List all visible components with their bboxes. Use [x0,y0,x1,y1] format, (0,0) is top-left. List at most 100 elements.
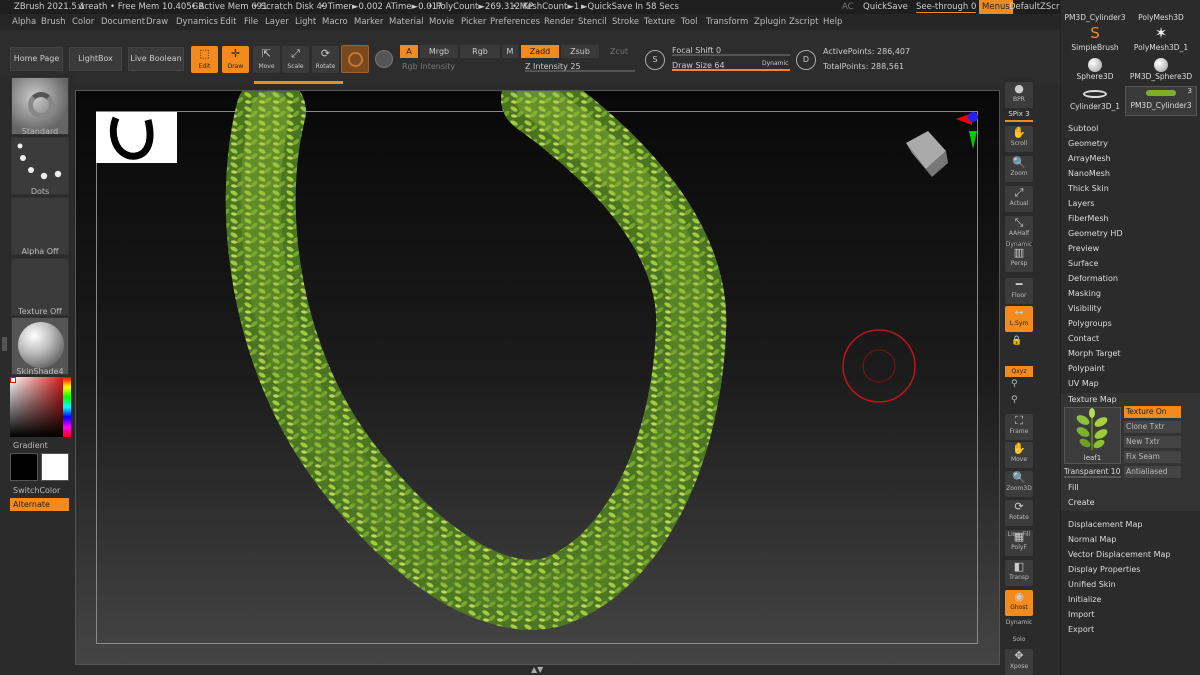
main-color-swatch[interactable] [10,453,38,481]
subpalette-uv-map[interactable]: UV Map [1068,379,1099,388]
subpalette-surface[interactable]: Surface [1068,259,1098,268]
menu-alpha[interactable]: Alpha [12,17,36,27]
menu-macro[interactable]: Macro [322,17,348,27]
shelf-bpr-button[interactable]: ● BPR [1005,82,1033,108]
spix-slider[interactable]: SPix 3 [1005,110,1033,122]
shelf-zoom-button[interactable]: 🔍 Zoom [1005,156,1033,182]
menu-document[interactable]: Document [101,17,145,27]
menu-layer[interactable]: Layer [265,17,289,27]
tool-pm3d-cylinder3-top[interactable]: PM3D_Cylinder3 [1063,13,1127,22]
tool-polymesh3d-1[interactable]: ✶ PolyMesh3D_1 [1125,24,1197,56]
subpalette-initialize[interactable]: Initialize [1068,595,1101,604]
subpalette-displacement-map[interactable]: Displacement Map [1068,520,1142,529]
sphere-icon[interactable] [375,50,393,68]
menu-texture[interactable]: Texture [644,17,675,27]
secondary-color-swatch[interactable] [41,453,69,481]
dynamic-label-2[interactable]: Dynamic [1003,619,1035,626]
quicksave-button[interactable]: QuickSave [863,2,908,12]
zsub-button[interactable]: Zsub [561,45,599,58]
shelf-xpose-button[interactable]: ✥ Xpose [1005,649,1033,675]
subpalette-masking[interactable]: Masking [1068,289,1101,298]
tool-simplebrush[interactable]: S SimpleBrush [1063,24,1127,56]
tool-pm3d-cylinder3-active[interactable]: PM3D_Cylinder3 3 [1125,86,1197,116]
left-collapse-arrow-icon[interactable] [2,337,7,351]
tool-polymesh3d[interactable]: PolyMesh3D [1125,13,1197,22]
new-txtr-button[interactable]: New Txtr [1124,436,1181,448]
texture-on-button[interactable]: Texture On [1124,406,1181,418]
menu-draw[interactable]: Draw [146,17,168,27]
shelf-transp-button[interactable]: ◧ Transp [1005,560,1033,586]
transparent-slider[interactable]: Transparent 10 [1064,466,1121,478]
tool-pm3d-sphere3d[interactable]: PM3D_Sphere3D [1125,56,1197,86]
subpalette-normal-map[interactable]: Normal Map [1068,535,1116,544]
menu-brush[interactable]: Brush [41,17,66,27]
subpalette-unified-skin[interactable]: Unified Skin [1068,580,1116,589]
shelf-actual-button[interactable]: ⤢ Actual [1005,186,1033,212]
rgb-button[interactable]: Rgb [460,45,500,58]
subpalette-import[interactable]: Import [1068,610,1095,619]
hue-strip[interactable] [63,377,71,437]
menu-light[interactable]: Light [295,17,316,27]
stroke-s-icon[interactable]: S [645,50,665,70]
subpalette-preview[interactable]: Preview [1068,244,1099,253]
menu-zscript[interactable]: Zscript [789,17,819,27]
menu-material[interactable]: Material [389,17,424,27]
z-intensity-slider[interactable]: Z Intensity 25 [525,61,635,72]
subpalette-nanomesh[interactable]: NanoMesh [1068,169,1110,178]
menu-transform[interactable]: Transform [706,17,748,27]
rotate-button[interactable]: ⟳ Rotate [312,46,339,73]
shelf-move-button[interactable]: ✋ Move [1005,442,1033,468]
subpalette-deformation[interactable]: Deformation [1068,274,1118,283]
subpalette-layers[interactable]: Layers [1068,199,1094,208]
scale-button[interactable]: ⤢ Scale [282,46,309,73]
shelf-persp-button[interactable]: ▥ Persp [1005,246,1033,272]
lock-icon[interactable]: 🔒 [1011,336,1022,346]
move-button[interactable]: ⇱ Move [253,46,280,73]
edit-button[interactable]: ⬚ Edit [191,46,218,73]
subpalette-polypaint[interactable]: Polypaint [1068,364,1105,373]
texture-map-header[interactable]: Texture Map [1068,395,1117,404]
menu-marker[interactable]: Marker [354,17,383,27]
menu-stencil[interactable]: Stencil [578,17,607,27]
texture-thumbnail[interactable]: leaf1 [1064,407,1121,464]
xyz-button[interactable]: Qxyz [1005,366,1033,377]
seethrough-slider[interactable]: See-through 0 [916,2,977,13]
home-page-button[interactable]: Home Page [10,47,63,71]
menu-picker[interactable]: Picker [461,17,486,27]
subpalette-visibility[interactable]: Visibility [1068,304,1102,313]
material-swatch[interactable] [341,45,369,73]
shelf-rotate-button[interactable]: ⟳ Rotate [1005,500,1033,526]
color-picker[interactable] [10,377,71,437]
subpalette-geometry[interactable]: Geometry [1068,139,1108,148]
subpalette-geometry-hd[interactable]: Geometry HD [1068,229,1123,238]
fix-seam-button[interactable]: Fix Seam [1124,451,1181,463]
a-button[interactable]: A [400,45,418,58]
menu-dynamics[interactable]: Dynamics [176,17,218,27]
wreath-model[interactable] [76,91,1001,666]
menu-render[interactable]: Render [544,17,574,27]
subpalette-subtool[interactable]: Subtool [1068,124,1098,133]
live-boolean-button[interactable]: Live Boolean [128,47,184,71]
tool-sphere3d[interactable]: Sphere3D [1063,56,1127,86]
axis-lock-icon[interactable]: ⚲ [1011,379,1018,389]
menu-preferences[interactable]: Preferences [490,17,540,27]
subpalette-contact[interactable]: Contact [1068,334,1099,343]
alternate-button[interactable]: Alternate [10,498,69,511]
subpalette-morph-target[interactable]: Morph Target [1068,349,1121,358]
solo-button[interactable]: Solo [1003,636,1035,643]
mrgb-button[interactable]: Mrgb [420,45,458,58]
menu-tool[interactable]: Tool [681,17,698,27]
menu-stroke[interactable]: Stroke [612,17,639,27]
clone-txtr-button[interactable]: Clone Txtr [1124,421,1181,433]
subpalette-display-properties[interactable]: Display Properties [1068,565,1140,574]
menu-edit[interactable]: Edit [220,17,236,27]
bottom-tray-arrow-icon[interactable]: ▲▼ [531,665,543,674]
tool-cylinder3d-1[interactable]: Cylinder3D_1 [1063,86,1127,116]
shelf-floor-button[interactable]: ━ Floor [1005,278,1033,304]
subpalette-polygroups[interactable]: Polygroups [1068,319,1112,328]
canvas-viewport[interactable]: ▲▼ [75,90,1001,674]
draw-button[interactable]: ✛ Draw [222,46,249,73]
menu-help[interactable]: Help [823,17,842,27]
fill-button[interactable]: Fill [1068,483,1079,492]
subpalette-vector-displacement-map[interactable]: Vector Displacement Map [1068,550,1170,559]
